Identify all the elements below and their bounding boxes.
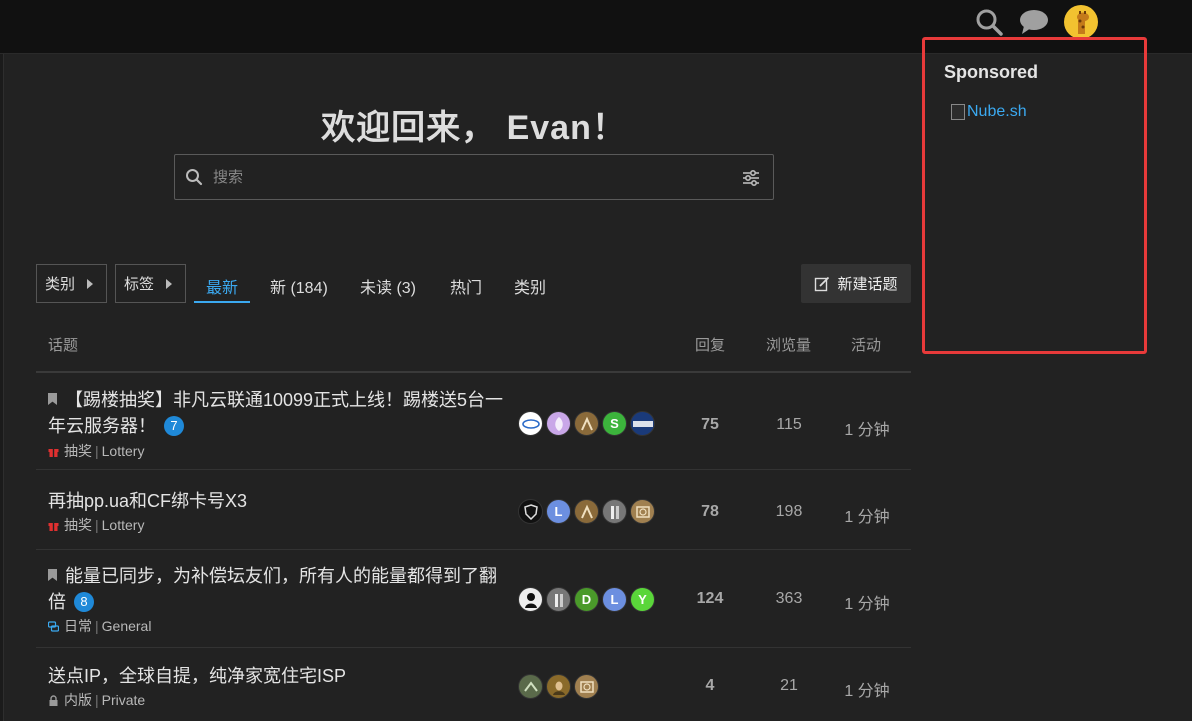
category-tag: Lottery bbox=[101, 443, 145, 459]
poster-avatar[interactable] bbox=[518, 674, 543, 699]
view-count: 115 bbox=[776, 416, 802, 433]
view-count: 363 bbox=[775, 590, 803, 607]
bookmark-icon bbox=[48, 393, 57, 405]
poster-avatar[interactable] bbox=[574, 499, 599, 524]
reply-count: 124 bbox=[696, 590, 724, 607]
unread-count-badge[interactable]: 7 bbox=[164, 416, 184, 436]
bookmark-icon bbox=[48, 569, 57, 581]
poster-avatar[interactable] bbox=[518, 587, 543, 612]
category-name: 抽奖 bbox=[64, 517, 92, 533]
tab-categories[interactable]: 类别 bbox=[514, 274, 546, 298]
poster-avatar[interactable] bbox=[602, 499, 627, 524]
user-avatar[interactable] bbox=[1064, 5, 1098, 39]
category-name: 抽奖 bbox=[64, 443, 92, 459]
col-header-replies[interactable]: 回复 bbox=[695, 334, 725, 355]
category-name: 日常 bbox=[64, 618, 92, 634]
lock-icon bbox=[49, 695, 58, 706]
topic-title-link[interactable]: 送点IP，全球自提，纯净家宽住宅ISP bbox=[48, 663, 513, 689]
topic-title: 【踢楼抽奖】非凡云联通10099正式上线！踢楼送5台一年云服务器！ bbox=[48, 390, 504, 436]
chat-bubbles-icon bbox=[48, 621, 59, 632]
caret-right-icon bbox=[87, 278, 94, 289]
new-topic-button[interactable]: 新建话题 bbox=[801, 264, 911, 303]
table-row: 再抽pp.ua和CF绑卡号X3 抽奖 | Lottery L 78 198 1 分钟 bbox=[36, 470, 911, 550]
col-header-views[interactable]: 浏览量 bbox=[766, 334, 811, 355]
reply-count: 78 bbox=[701, 503, 719, 520]
chat-icon[interactable] bbox=[1018, 6, 1050, 38]
poster-avatar[interactable] bbox=[574, 674, 599, 699]
search-bar[interactable] bbox=[174, 154, 774, 200]
sponsored-link-label: Nube.sh bbox=[967, 103, 1027, 120]
poster-avatar[interactable] bbox=[546, 411, 571, 436]
poster-avatar[interactable] bbox=[630, 499, 655, 524]
caret-right-icon bbox=[166, 278, 173, 289]
categories-dropdown-label: 类别 bbox=[45, 276, 76, 293]
search-input[interactable] bbox=[213, 155, 713, 199]
active-tab-indicator bbox=[194, 301, 250, 303]
view-count: 198 bbox=[775, 503, 803, 520]
category-tag: Private bbox=[101, 692, 146, 708]
table-row: 【踢楼抽奖】非凡云联通10099正式上线！踢楼送5台一年云服务器！ 7 抽奖 | Lo… bbox=[36, 373, 911, 470]
topic-title-link[interactable]: 【踢楼抽奖】非凡云联通10099正式上线！踢楼送5台一年云服务器！ 7 bbox=[48, 387, 513, 439]
view-count: 21 bbox=[780, 677, 798, 694]
col-header-topic[interactable]: 话题 bbox=[48, 334, 78, 355]
table-row: 能量已同步，为补偿坛友们，所有人的能量都得到了翻倍 8 日常 | General D … bbox=[36, 550, 911, 648]
activity-time[interactable]: 1 分钟 bbox=[836, 416, 898, 440]
topic-category[interactable]: 抽奖 | Lottery bbox=[48, 441, 144, 461]
poster-avatar[interactable] bbox=[574, 411, 599, 436]
tab-unread[interactable]: 未读 (3) bbox=[360, 274, 416, 298]
gift-icon bbox=[48, 449, 59, 457]
category-tag: General bbox=[101, 618, 152, 634]
tags-dropdown[interactable]: 标签 bbox=[115, 264, 186, 303]
broken-image-icon bbox=[951, 104, 965, 120]
topic-category[interactable]: 内版 | Private bbox=[48, 690, 145, 710]
reply-count: 4 bbox=[705, 677, 715, 694]
search-icon[interactable] bbox=[973, 6, 1005, 38]
search-icon bbox=[186, 169, 203, 186]
topic-title: 再抽pp.ua和CF绑卡号X3 bbox=[48, 491, 248, 511]
topic-title-link[interactable]: 再抽pp.ua和CF绑卡号X3 bbox=[48, 488, 513, 514]
categories-dropdown[interactable]: 类别 bbox=[36, 264, 107, 303]
poster-avatar[interactable] bbox=[518, 411, 543, 436]
topic-title: 能量已同步，为补偿坛友们，所有人的能量都得到了翻倍 bbox=[48, 566, 497, 612]
activity-time[interactable]: 1 分钟 bbox=[836, 503, 898, 527]
poster-avatar[interactable]: Y bbox=[630, 587, 655, 612]
sponsored-title: Sponsored bbox=[944, 62, 1039, 82]
activity-time[interactable]: 1 分钟 bbox=[836, 590, 898, 614]
tags-dropdown-label: 标签 bbox=[124, 276, 155, 293]
reply-count: 75 bbox=[701, 416, 719, 433]
tab-new[interactable]: 新 (184) bbox=[270, 274, 328, 298]
edit-icon bbox=[815, 276, 830, 291]
filter-sliders-icon[interactable] bbox=[741, 168, 761, 188]
sponsored-link[interactable]: Nube.sh bbox=[951, 103, 1027, 121]
poster-avatar[interactable] bbox=[630, 411, 655, 436]
poster-avatar[interactable]: L bbox=[602, 587, 627, 612]
topic-title: 送点IP，全球自提，纯净家宽住宅ISP bbox=[48, 666, 347, 686]
poster-avatar[interactable] bbox=[518, 499, 543, 524]
category-tag: Lottery bbox=[101, 517, 145, 533]
col-header-activity[interactable]: 活动 bbox=[851, 334, 881, 355]
sponsored-highlight-box bbox=[922, 37, 1147, 354]
poster-avatar[interactable] bbox=[546, 587, 571, 612]
welcome-title: 欢迎回来， Evan！ bbox=[321, 109, 627, 147]
topic-category[interactable]: 抽奖 | Lottery bbox=[48, 515, 144, 535]
topic-title-link[interactable]: 能量已同步，为补偿坛友们，所有人的能量都得到了翻倍 8 bbox=[48, 563, 513, 615]
topic-category[interactable]: 日常 | General bbox=[48, 616, 151, 636]
table-row: 送点IP，全球自提，纯净家宽住宅ISP 内版 | Private 4 21 1 分钟 bbox=[36, 648, 911, 721]
new-topic-label: 新建话题 bbox=[837, 276, 898, 293]
poster-avatar[interactable]: L bbox=[546, 499, 571, 524]
unread-count-badge[interactable]: 8 bbox=[74, 592, 94, 612]
tab-latest[interactable]: 最新 bbox=[206, 274, 238, 298]
gift-icon bbox=[48, 523, 59, 531]
sidebar-rail bbox=[0, 54, 4, 721]
poster-avatar[interactable] bbox=[546, 674, 571, 699]
poster-avatar[interactable]: S bbox=[602, 411, 627, 436]
category-name: 内版 bbox=[64, 692, 92, 708]
poster-avatar[interactable]: D bbox=[574, 587, 599, 612]
tab-top[interactable]: 热门 bbox=[450, 274, 482, 298]
activity-time[interactable]: 1 分钟 bbox=[836, 677, 898, 701]
